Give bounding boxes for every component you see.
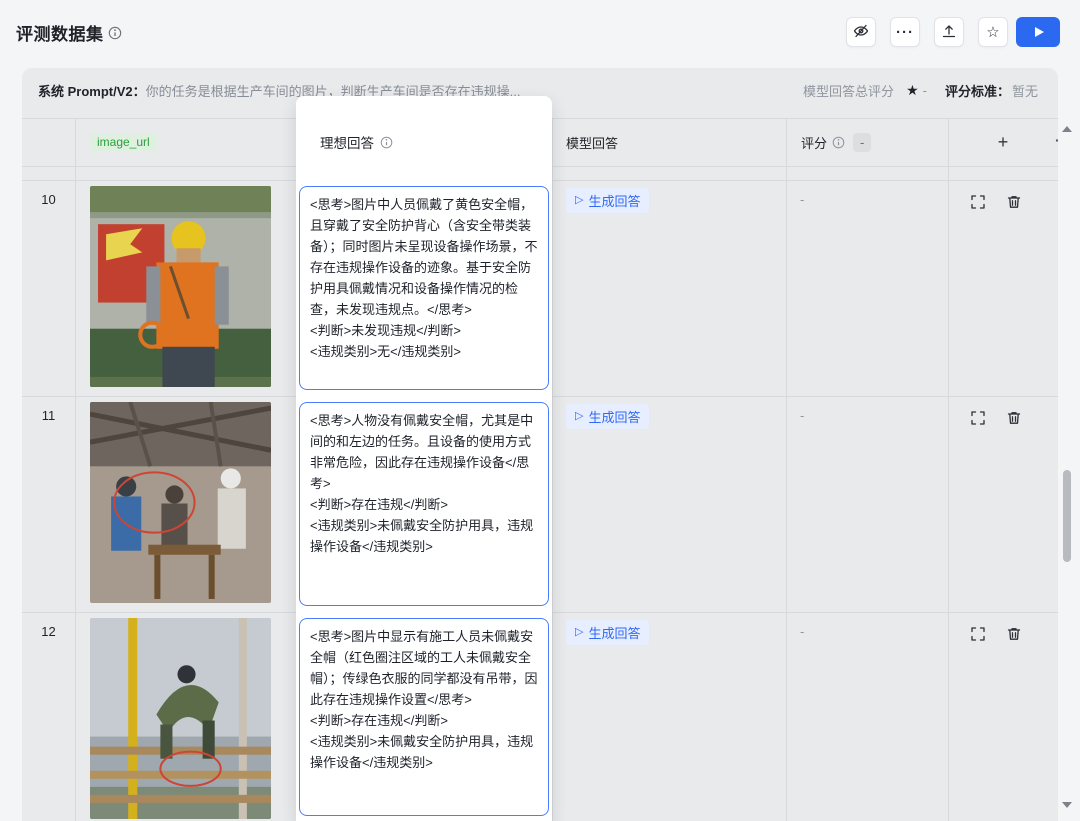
- grid-line: [948, 118, 949, 821]
- score-cell-value[interactable]: -: [800, 192, 804, 207]
- ideal-answer-text: <思考>图片中人员佩戴了黄色安全帽，且穿戴了安全防护背心（含安全带类装备）；同时…: [300, 187, 548, 369]
- more-icon: ···: [896, 24, 914, 41]
- generate-play-icon: ▷: [575, 411, 583, 422]
- star-icon: ☆: [986, 23, 999, 41]
- column-score[interactable]: 评分 - ···: [786, 118, 948, 166]
- scrollbar-thumb[interactable]: [1063, 470, 1071, 562]
- play-icon: [1035, 27, 1044, 37]
- page-title: 评测数据集: [16, 20, 104, 45]
- photo-worker-portrait: [90, 186, 271, 387]
- expand-row-button[interactable]: [970, 410, 987, 427]
- expand-row-button[interactable]: [970, 194, 987, 211]
- generate-answer-button[interactable]: ▷ 生成回答: [566, 620, 649, 645]
- add-column-cell: +: [948, 118, 1058, 166]
- ideal-answer-cell[interactable]: <思考>图片中人员佩戴了黄色安全帽，且穿戴了安全防护背心（含安全带类装备）；同时…: [299, 186, 549, 390]
- generate-play-icon: ▷: [575, 195, 583, 206]
- run-evaluation-button[interactable]: [1016, 17, 1060, 47]
- photo-workshop-scene: [90, 402, 271, 603]
- grid-line: [786, 118, 787, 821]
- photo-scaffolding-scene: [90, 618, 271, 819]
- eye-off-icon: [853, 23, 869, 42]
- ideal-answer-text: <思考>人物没有佩戴安全帽，尤其是中间的和左边的任务。且设备的使用方式非常危险，…: [300, 403, 548, 564]
- total-score-value: -: [923, 83, 927, 98]
- score-cell-value[interactable]: -: [800, 408, 804, 423]
- more-actions-button[interactable]: ···: [890, 17, 920, 47]
- image-cell[interactable]: [90, 402, 271, 603]
- ideal-answer-column: 理想回答 <思考>图片中人员佩戴了黄色安全帽，且穿戴了安全防护背心（含安全带类装…: [296, 96, 552, 821]
- generate-answer-label: 生成回答: [588, 407, 640, 426]
- delete-row-button[interactable]: [1006, 410, 1023, 427]
- ideal-answer-cell[interactable]: <思考>人物没有佩戴安全帽，尤其是中间的和左边的任务。且设备的使用方式非常危险，…: [299, 402, 549, 606]
- info-icon: [108, 26, 122, 40]
- total-score-label: 模型回答总评分: [803, 81, 894, 100]
- favorite-button[interactable]: ☆: [978, 17, 1008, 47]
- row-index[interactable]: 10: [22, 192, 75, 207]
- score-aggregate-value[interactable]: -: [853, 133, 871, 152]
- image-cell[interactable]: [90, 186, 271, 387]
- ideal-info-icon: [380, 136, 393, 149]
- generate-answer-label: 生成回答: [588, 623, 640, 642]
- add-column-button[interactable]: +: [948, 132, 1058, 153]
- ideal-answer-label: 理想回答: [320, 132, 374, 152]
- criteria-label: 评分标准：: [945, 81, 1010, 100]
- generate-answer-button[interactable]: ▷ 生成回答: [566, 188, 649, 213]
- generate-answer-label: 生成回答: [588, 191, 640, 210]
- generate-play-icon: ▷: [575, 627, 583, 638]
- hide-columns-button[interactable]: [846, 17, 876, 47]
- score-cell-value[interactable]: -: [800, 624, 804, 639]
- ideal-answer-text: <思考>图片中显示有施工人员未佩戴安全帽（红色圈注区域的工人未佩戴安全帽）；传绿…: [300, 619, 548, 780]
- app: 评测数据集 ··· ☆ 系统 Prompt/V2： 你的任务是根据生产车间的图片…: [0, 0, 1080, 821]
- score-info-icon: [832, 136, 845, 149]
- dataset-card: 系统 Prompt/V2： 你的任务是根据生产车间的图片，判断生产车间是否存在违…: [22, 68, 1058, 821]
- delete-row-button[interactable]: [1006, 626, 1023, 643]
- expand-row-button[interactable]: [970, 626, 987, 643]
- system-prompt-label[interactable]: 系统 Prompt/V2：: [38, 81, 146, 100]
- model-answer-label: 模型回答: [566, 133, 618, 152]
- export-button[interactable]: [934, 17, 964, 47]
- banner-right: 模型回答总评分 ★ - 评分标准： 暂无: [803, 81, 1038, 100]
- row-index[interactable]: 12: [22, 624, 75, 639]
- upload-icon: [941, 23, 957, 42]
- generate-answer-button[interactable]: ▷ 生成回答: [566, 404, 649, 429]
- ideal-answer-cell[interactable]: <思考>图片中显示有施工人员未佩戴安全帽（红色圈注区域的工人未佩戴安全帽）；传绿…: [299, 618, 549, 816]
- image-url-field-badge[interactable]: image_url: [90, 133, 157, 151]
- row-index[interactable]: 11: [22, 408, 75, 423]
- grid-line: [75, 118, 76, 821]
- score-star-icon[interactable]: ★: [906, 82, 919, 99]
- score-label: 评分: [801, 133, 827, 152]
- column-image-url[interactable]: image_url: [75, 118, 296, 166]
- grid-line: [552, 118, 553, 821]
- scroll-up-button[interactable]: [1062, 126, 1072, 132]
- criteria-value[interactable]: 暂无: [1012, 81, 1038, 100]
- column-model-answer[interactable]: 模型回答 ···: [552, 118, 786, 166]
- column-ideal-answer[interactable]: 理想回答: [320, 132, 393, 152]
- image-cell[interactable]: [90, 618, 271, 819]
- delete-row-button[interactable]: [1006, 194, 1023, 211]
- scroll-down-button[interactable]: [1062, 802, 1072, 808]
